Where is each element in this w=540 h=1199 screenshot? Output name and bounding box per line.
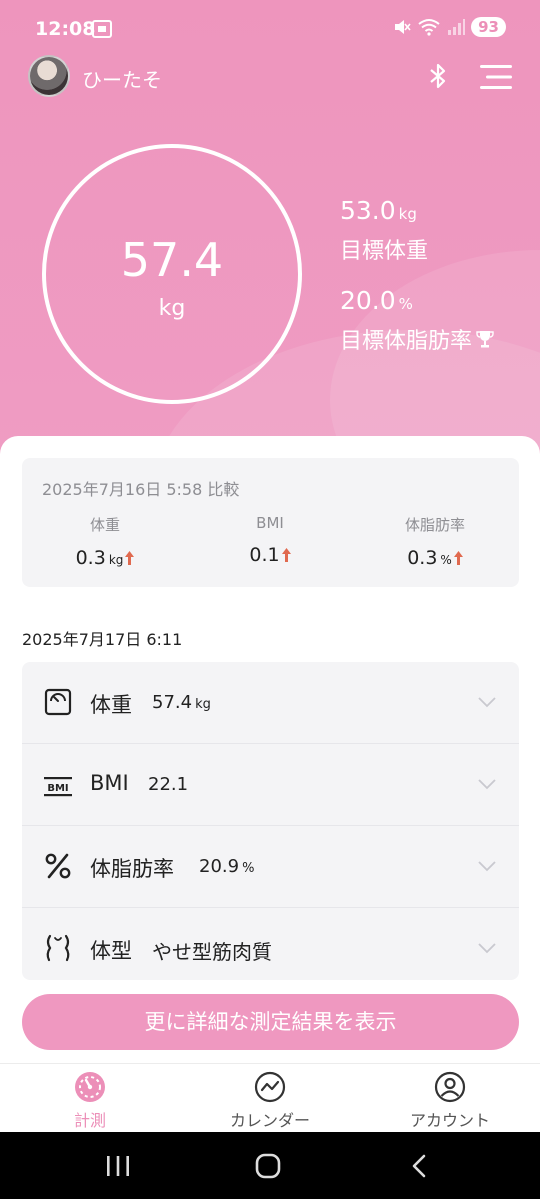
chevron-down-icon — [478, 779, 496, 790]
percent-icon — [45, 853, 71, 879]
comparison-label: 体重 — [89, 516, 120, 534]
metric-name: BMI — [90, 771, 129, 795]
metric-row-weight[interactable]: 体重 57.4 kg — [22, 662, 519, 744]
comparison-card: 2025年7月16日 5:58 比較 体重 0.3 kg BMI 0.1 体脂肪… — [22, 458, 519, 587]
comparison-unit: kg — [108, 553, 124, 567]
trend-up-icon — [125, 551, 135, 565]
metric-value-group: 57.4 kg — [152, 692, 211, 713]
status-bar: 12:08 93 — [0, 0, 540, 58]
bmi-icon: BMI — [44, 777, 72, 797]
comparison-title: 2025年7月16日 5:58 比較 — [42, 480, 240, 499]
measurement-list: 体重 57.4 kg BMI BMI 22.1 体脂肪率 20.9% 体型 やせ… — [22, 662, 519, 980]
mute-icon — [395, 20, 411, 34]
home-icon[interactable] — [253, 1152, 283, 1180]
metric-name: 体型 — [90, 939, 132, 963]
metric-value: 22.1 — [148, 774, 189, 795]
weight-summary-header: 12:08 93 ひーたそ 57.4 kg 53.0 kg 目標体重 20.0 … — [0, 0, 540, 470]
goal-body-fat: 20.0% 目標体脂肪率 — [340, 286, 494, 355]
trend-up-icon — [281, 548, 291, 562]
metric-value: やせ型筋肉質 — [152, 940, 272, 964]
trophy-icon — [476, 331, 494, 348]
tab-measure[interactable]: 計測 — [0, 1064, 180, 1133]
system-navigation-bar — [0, 1132, 540, 1199]
tab-account[interactable]: アカウント — [360, 1064, 540, 1133]
back-icon[interactable] — [405, 1152, 435, 1180]
comparison-label: BMI — [256, 514, 284, 532]
screenshot-icon — [92, 20, 112, 38]
recent-apps-icon[interactable] — [103, 1152, 133, 1180]
person-icon — [434, 1071, 466, 1103]
comparison-value: 0.1 — [249, 544, 280, 566]
battery-level: 93 — [471, 17, 506, 37]
content-sheet: 2025年7月16日 5:58 比較 体重 0.3 kg BMI 0.1 体脂肪… — [0, 436, 540, 1066]
chevron-down-icon — [478, 697, 496, 708]
metric-unit: kg — [195, 697, 211, 712]
tab-label: カレンダー — [229, 1111, 310, 1130]
metric-value-group: 20.9% — [199, 856, 254, 877]
scale-icon — [44, 688, 72, 716]
goal-weight: 53.0 kg 目標体重 — [340, 196, 428, 265]
metric-value: 20.9 — [199, 856, 240, 877]
avatar[interactable] — [28, 55, 70, 97]
menu-icon[interactable] — [480, 64, 512, 90]
comparison-label: 体脂肪率 — [404, 516, 465, 534]
goal-weight-unit: kg — [398, 205, 417, 223]
goal-body-fat-value: 20.0 — [340, 286, 396, 315]
current-weight-ring: 57.4 kg — [42, 144, 302, 404]
current-weight-value: 57.4 — [120, 233, 224, 287]
goal-body-fat-row: 目標体脂肪率 — [340, 323, 494, 355]
tab-calendar[interactable]: カレンダー — [180, 1064, 360, 1133]
goal-body-fat-unit: % — [398, 295, 413, 313]
goal-weight-label: 目標体重 — [340, 239, 429, 264]
bottom-tab-bar: 計測 カレンダー アカウント — [0, 1063, 540, 1132]
metric-row-body-type[interactable]: 体型 やせ型筋肉質 — [22, 908, 519, 980]
gauge-icon — [75, 1072, 105, 1102]
comparison-value: 0.3 — [407, 547, 438, 569]
metric-name: 体重 — [90, 693, 132, 717]
measurement-date: 2025年7月17日 6:11 — [22, 630, 183, 649]
comparison-value: 0.3 — [75, 547, 106, 569]
chevron-down-icon — [478, 861, 496, 872]
metric-name: 体脂肪率 — [90, 857, 174, 881]
wifi-icon — [418, 19, 440, 36]
goal-weight-value: 53.0 — [340, 196, 396, 225]
metric-row-bmi[interactable]: BMI BMI 22.1 — [22, 744, 519, 826]
top-bar: ひーたそ — [0, 52, 540, 100]
metric-row-body-fat[interactable]: 体脂肪率 20.9% — [22, 826, 519, 908]
comparison-unit: % — [440, 553, 452, 567]
goal-body-fat-label: 目標体脂肪率 — [340, 329, 473, 354]
tab-label: アカウント — [409, 1111, 490, 1130]
svg-text:BMI: BMI — [47, 783, 68, 794]
comparison-body-fat: 体脂肪率 0.3 % — [360, 514, 510, 569]
current-weight-unit: kg — [158, 296, 186, 321]
body-type-icon — [46, 934, 70, 962]
username: ひーたそ — [82, 68, 162, 92]
comparison-bmi: BMI 0.1 — [195, 514, 345, 566]
status-time: 12:08 — [35, 18, 96, 40]
tab-label: 計測 — [73, 1111, 106, 1130]
show-detailed-results-button[interactable]: 更に詳細な測定結果を表示 — [22, 994, 519, 1050]
metric-value: 57.4 — [152, 692, 193, 713]
trend-icon — [254, 1071, 286, 1103]
bluetooth-icon[interactable] — [426, 62, 450, 90]
signal-icon — [448, 19, 466, 35]
comparison-weight: 体重 0.3 kg — [30, 514, 180, 569]
metric-unit: % — [242, 861, 255, 876]
trend-up-icon — [453, 551, 463, 565]
chevron-down-icon — [478, 943, 496, 954]
